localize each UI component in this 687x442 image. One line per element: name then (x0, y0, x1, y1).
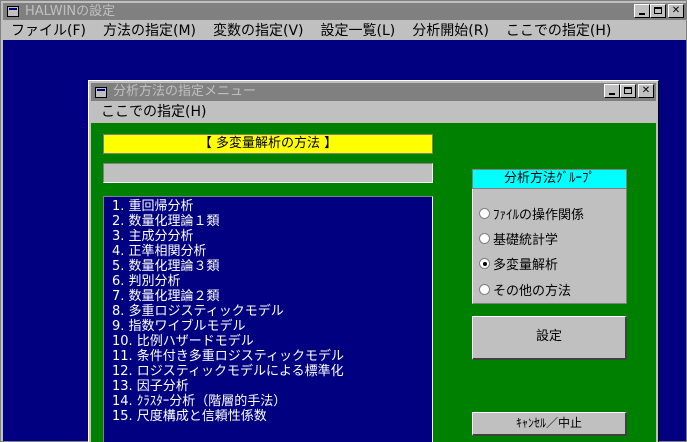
radio-selected-icon[interactable] (479, 258, 490, 269)
close-icon: ✕ (671, 5, 681, 16)
radio-basic-statistics[interactable]: 基礎統計学 (479, 229, 558, 248)
list-item[interactable]: 10. 比例ハザードモデル (112, 334, 432, 349)
menu-file[interactable]: ファイル(F) (11, 20, 86, 40)
menu-method[interactable]: 方法の指定(M) (103, 20, 196, 40)
list-item[interactable]: 6. 判別分析 (112, 274, 432, 289)
close-button[interactable]: ✕ (668, 4, 684, 18)
method-category-title: 【 多変量解析の方法 】 (103, 134, 433, 154)
menu-help[interactable]: ここでの指定(H) (506, 20, 611, 40)
list-item[interactable]: 11. 条件付き多重ロジスティックモデル (112, 349, 432, 364)
maximize-button[interactable] (650, 4, 666, 18)
radio-label: 多変量解析 (493, 258, 559, 273)
list-item[interactable]: 9. 指数ワイブルモデル (112, 319, 432, 334)
maximize-icon (654, 7, 662, 14)
radio-label: 基礎統計学 (493, 233, 559, 248)
list-item[interactable]: 3. 主成分分析 (112, 229, 432, 244)
radio-label: その他の方法 (493, 284, 572, 299)
dialog-window-icon (95, 87, 107, 98)
main-window-title: HALWINの設定 (25, 4, 116, 19)
set-button[interactable]: 設定 (472, 316, 627, 360)
dialog-maximize-button[interactable] (620, 84, 636, 98)
method-dialog: 分析方法の指定メニュー ✕ ここでの指定(H) 【 多変量解析の方法 】 1. … (88, 80, 659, 442)
menu-settings-list[interactable]: 設定一覧(L) (321, 20, 396, 40)
dialog-window-controls: ✕ (604, 84, 654, 98)
main-title-bar[interactable]: HALWINの設定 ✕ (3, 3, 686, 20)
radio-icon[interactable] (479, 208, 490, 219)
description-field (103, 163, 433, 183)
list-item[interactable]: 8. 多重ロジスティックモデル (112, 304, 432, 319)
menu-variable[interactable]: 変数の指定(V) (213, 20, 304, 40)
list-item[interactable]: 12. ロジスティックモデルによる標準化 (112, 364, 432, 379)
menu-run-analysis[interactable]: 分析開始(R) (412, 20, 489, 40)
list-item[interactable]: 14. ｸﾗｽﾀｰ分析（階層的手法） (112, 394, 432, 409)
close-icon: ✕ (641, 85, 651, 96)
main-menu-bar: ファイル(F) 方法の指定(M) 変数の指定(V) 設定一覧(L) 分析開始(R… (3, 20, 686, 40)
radio-icon[interactable] (479, 284, 490, 295)
window-controls: ✕ (634, 4, 684, 18)
list-item[interactable]: 13. 因子分析 (112, 379, 432, 394)
minimize-icon (609, 93, 615, 95)
minimize-button[interactable] (634, 4, 650, 18)
list-item[interactable]: 1. 重回帰分析 (112, 199, 432, 214)
cancel-button[interactable]: ｷｬﾝｾﾙ／中止 (472, 412, 627, 436)
radio-multivariate[interactable]: 多変量解析 (479, 254, 558, 273)
dialog-panel: 【 多変量解析の方法 】 1. 重回帰分析 2. 数量化理論１類 3. 主成分分… (91, 123, 656, 442)
window-icon (7, 6, 19, 17)
list-item[interactable]: 7. 数量化理論２類 (112, 289, 432, 304)
method-group-box: 分析方法ｸﾞﾙｰﾌﾟ ﾌｧｲﾙの操作関係 基礎統計学 多変量解析 その他の方法 (472, 169, 627, 304)
dialog-title: 分析方法の指定メニュー (113, 84, 257, 99)
radio-label: ﾌｧｲﾙの操作関係 (493, 208, 585, 223)
dialog-title-bar[interactable]: 分析方法の指定メニュー ✕ (91, 83, 656, 101)
list-item[interactable]: 2. 数量化理論１類 (112, 214, 432, 229)
client-area: 分析方法の指定メニュー ✕ ここでの指定(H) 【 多変量解析の方法 】 1. … (3, 40, 686, 442)
minimize-icon (639, 13, 645, 15)
maximize-icon (624, 87, 632, 94)
radio-file-operations[interactable]: ﾌｧｲﾙの操作関係 (479, 204, 584, 223)
dialog-menu-help[interactable]: ここでの指定(H) (91, 102, 206, 122)
method-group-title: 分析方法ｸﾞﾙｰﾌﾟ (472, 169, 627, 189)
list-item[interactable]: 5. 数量化理論３類 (112, 259, 432, 274)
dialog-close-button[interactable]: ✕ (638, 84, 654, 98)
list-item[interactable]: 4. 正準相関分析 (112, 244, 432, 259)
main-window: HALWINの設定 ✕ ファイル(F) 方法の指定(M) 変数の指定(V) 設定… (0, 0, 687, 442)
radio-icon[interactable] (479, 233, 490, 244)
radio-other-methods[interactable]: その他の方法 (479, 280, 571, 299)
list-item[interactable]: 15. 尺度構成と信頼性係数 (112, 409, 432, 424)
dialog-minimize-button[interactable] (604, 84, 620, 98)
method-list[interactable]: 1. 重回帰分析 2. 数量化理論１類 3. 主成分分析 4. 正準相関分析 5… (103, 196, 433, 442)
